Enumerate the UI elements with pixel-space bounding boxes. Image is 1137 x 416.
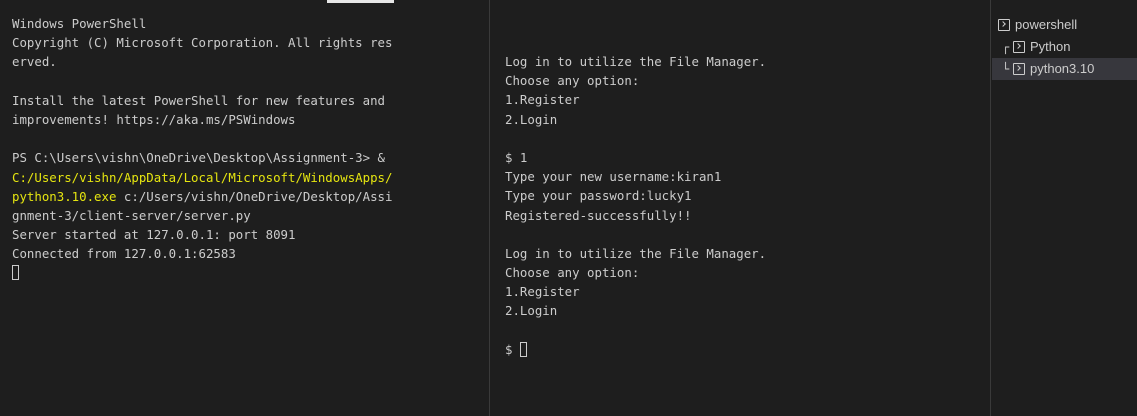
terminal-line: erved. <box>12 54 57 70</box>
python-exe-highlight: python3.10.exe <box>12 188 117 204</box>
terminal-line: Windows PowerShell <box>12 16 147 31</box>
terminal-icon <box>1013 63 1025 75</box>
terminal-line: Type your password:lucky1 <box>505 188 692 204</box>
terminal-line: Registered-successfully!! <box>505 207 692 223</box>
terminal-line <box>12 263 489 282</box>
terminal-pane-client[interactable]: Log in to utilize the File Manager. Choos… <box>491 0 991 416</box>
terminal-line: Log in to utilize the File Manager. <box>505 245 767 261</box>
terminal-line: $ 1 <box>505 149 528 165</box>
terminal-line: 2.Login <box>505 111 558 127</box>
terminal-window: Windows PowerShell Copyright (C) Microsof… <box>0 0 1137 416</box>
terminal-line: PS C:\Users\vishn\OneDrive\Desktop\Assig… <box>12 150 385 166</box>
terminal-list-item-python3-10[interactable]: └ python3.10 <box>992 58 1137 80</box>
terminal-list-label: powershell <box>1015 17 1078 32</box>
terminal-line-rest: c:/Users/vishn/OneDrive/Desktop/Assi <box>116 188 393 204</box>
terminal-line: 1.Register <box>505 284 580 300</box>
terminal-pane-server[interactable]: Windows PowerShell Copyright (C) Microsof… <box>0 0 490 416</box>
terminal-line: Choose any option: <box>505 73 640 89</box>
terminal-list-sidebar: powershell ┌ Python └ python3.10 <box>992 0 1137 416</box>
terminal-prompt-line[interactable]: $ <box>505 340 990 359</box>
terminal-line: Copyright (C) Microsoft Corporation. All… <box>12 35 393 51</box>
terminal-line: gnment-3/client-server/server.py <box>12 207 251 223</box>
terminal-output-client: Log in to utilize the File Manager. Choos… <box>505 0 990 359</box>
terminal-output-server: Windows PowerShell Copyright (C) Microsof… <box>12 0 489 283</box>
terminal-line: Connected from 127.0.0.1:62583 <box>12 246 236 262</box>
terminal-list-label: python3.10 <box>1030 61 1095 76</box>
terminal-list-item-python[interactable]: ┌ Python <box>992 36 1137 58</box>
terminal-line: python3.10.exe c:/Users/vishn/OneDrive/D… <box>12 187 489 206</box>
terminal-cursor <box>12 265 19 281</box>
tree-connector: └ <box>1002 62 1010 76</box>
tree-connector: ┌ <box>1002 40 1010 54</box>
terminal-line: 2.Login <box>505 303 558 319</box>
terminal-line: Log in to utilize the File Manager. <box>505 54 767 69</box>
terminal-icon <box>998 19 1010 31</box>
terminal-line: improvements! https://aka.ms/PSWindows <box>12 111 296 127</box>
terminal-line: Choose any option: <box>505 265 640 281</box>
terminal-icon <box>1013 41 1025 53</box>
terminal-line: 1.Register <box>505 92 580 108</box>
terminal-cursor <box>519 341 527 357</box>
terminal-list-item-powershell[interactable]: powershell <box>992 14 1137 36</box>
terminal-prompt: $ <box>505 341 520 357</box>
terminal-line: Type your new username:kiran1 <box>505 169 722 185</box>
terminal-line: Install the latest PowerShell for new fe… <box>12 92 385 108</box>
terminal-line: C:/Users/vishn/AppData/Local/Microsoft/W… <box>12 169 393 185</box>
terminal-list-label: Python <box>1030 39 1071 54</box>
terminal-line: Server started at 127.0.0.1: port 8091 <box>12 227 296 243</box>
